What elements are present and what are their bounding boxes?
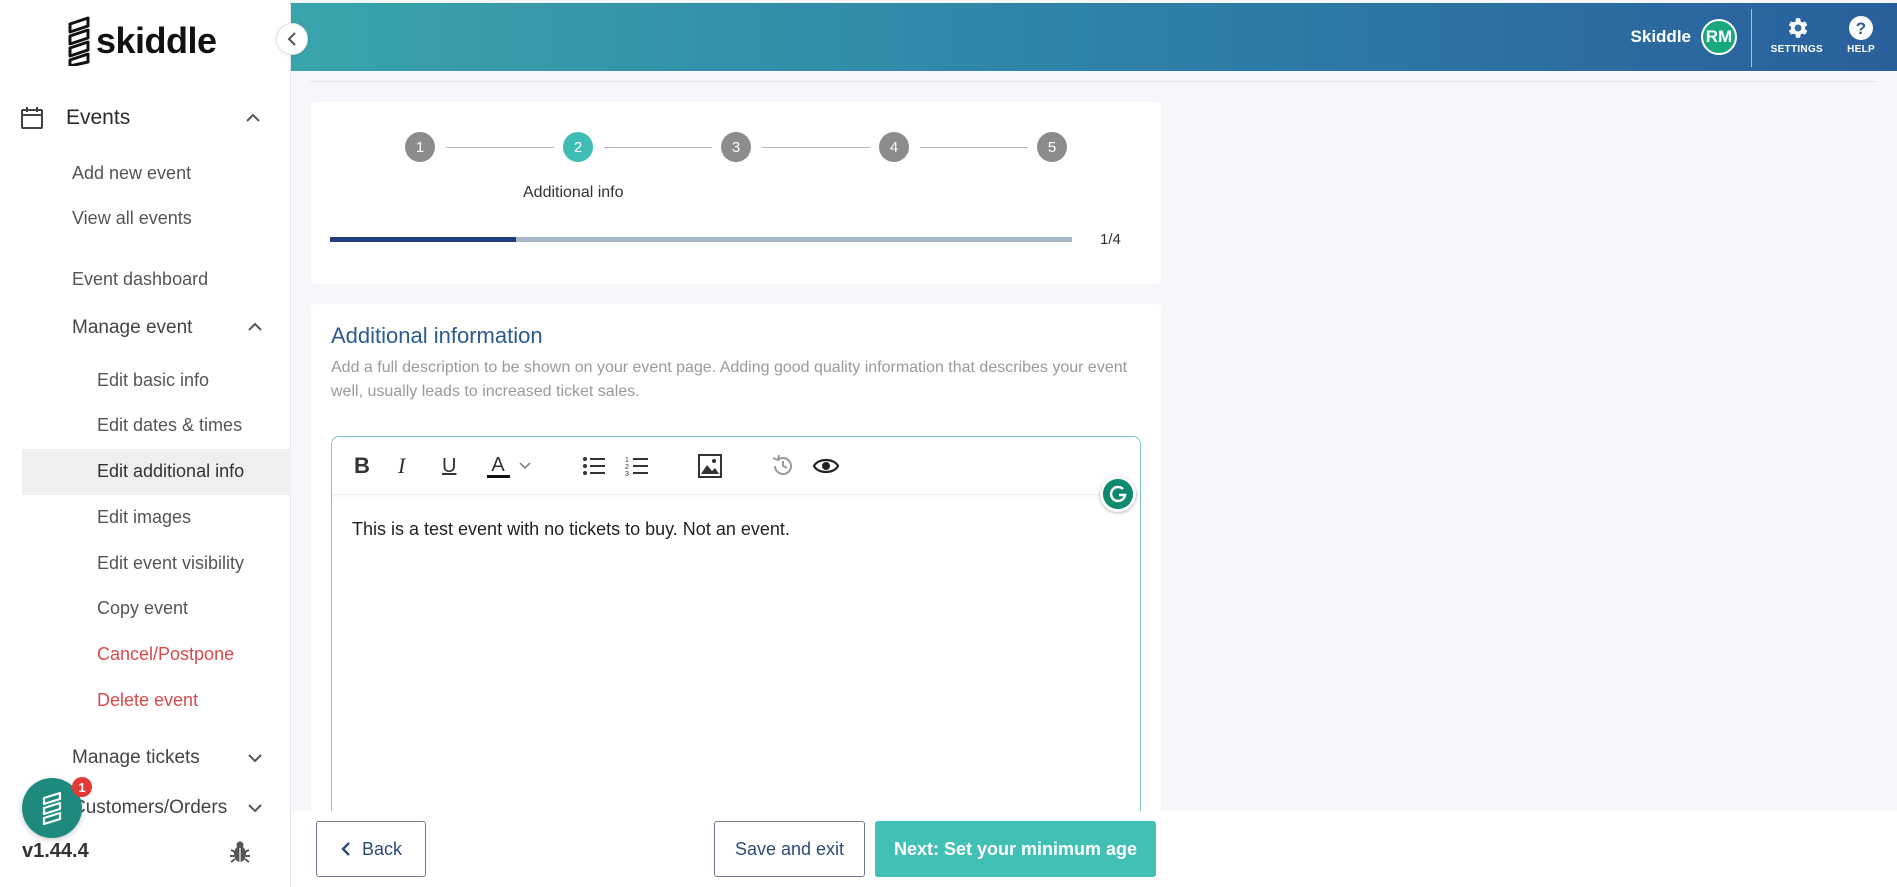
editor-toolbar: B I U A 1 2 3 [332,437,1140,495]
grammarly-g-icon [1109,485,1127,503]
step-connector [762,147,870,148]
chevron-down-icon[interactable] [247,803,263,813]
step-connector [920,147,1028,148]
text-color-icon: A [487,454,531,478]
rich-text-editor[interactable]: B I U A 1 2 3 This is a test event with … [331,436,1141,856]
next-button[interactable]: Next: Set your minimum age [875,821,1156,877]
sidebar-item-add-new-event[interactable]: Add new event [72,163,191,184]
section-description: Add a full description to be shown on yo… [331,359,1128,400]
svg-text:2: 2 [625,464,629,471]
skiddle-s-icon [42,791,62,825]
sidebar-item-view-all-events[interactable]: View all events [72,208,192,229]
bold-button[interactable]: B [354,451,370,481]
top-header: Skiddle RM SETTINGS ? HELP [291,3,1897,71]
progress-stepper-card [311,102,1161,284]
skiddle-logo[interactable]: skiddle [66,16,217,66]
insert-image-button[interactable] [698,451,722,481]
progress-text: 1/4 [1100,231,1121,248]
save-and-exit-button[interactable]: Save and exit [714,821,865,877]
section-title: Additional information [331,323,543,348]
text-color-button[interactable]: A [486,451,534,481]
help-button[interactable]: ? HELP [1847,15,1875,55]
underline-button[interactable]: U [442,451,456,481]
chevron-left-icon [287,32,296,46]
numbered-list-button[interactable]: 1 2 3 [625,451,649,481]
app-version: v1.44.4 [22,840,89,862]
chevron-down-icon[interactable] [247,753,263,763]
step-connector [446,147,554,148]
sidebar-item-manage-event[interactable]: Manage event [72,317,192,339]
grammarly-widget[interactable] [1100,476,1136,512]
bullet-list-button[interactable] [582,451,606,481]
bug-report-icon[interactable] [229,840,251,864]
chevron-left-icon [341,842,350,856]
calendar-icon [21,107,43,129]
progress-fill [330,237,516,242]
history-button[interactable] [770,451,796,481]
sidebar-item-events-label: Events [66,106,131,129]
chevron-up-icon[interactable] [247,322,263,332]
gear-icon [1788,18,1808,38]
help-label: HELP [1847,44,1875,55]
step-5[interactable]: 5 [1037,132,1067,162]
grammarly-inner [1103,479,1133,509]
svg-text:1: 1 [625,457,629,464]
svg-text:A: A [491,454,505,476]
sidebar-item-edit-event-visibility[interactable]: Edit event visibility [97,553,244,574]
sidebar-item-events[interactable]: Events [20,106,130,130]
history-icon [772,454,792,475]
user-menu[interactable]: Skiddle RM [1631,19,1737,55]
step-4[interactable]: 4 [879,132,909,162]
step-connector [604,147,712,148]
sidebar-collapse-button[interactable] [276,23,308,55]
divider [310,81,1876,82]
italic-button[interactable]: I [398,451,405,481]
sidebar-item-delete-event[interactable]: Delete event [97,690,198,711]
image-icon [698,454,722,478]
back-button-label: Back [361,838,403,859]
sidebar-item-edit-images[interactable]: Edit images [97,507,191,528]
sidebar-item-copy-event[interactable]: Copy event [97,598,188,619]
sidebar-item-event-dashboard[interactable]: Event dashboard [72,269,208,290]
sidebar-item-customers-orders[interactable]: Customers/Orders [72,797,227,819]
editor-content[interactable]: This is a test event with no tickets to … [352,519,790,540]
logo-text: skiddle [96,20,217,61]
eye-icon [812,458,840,474]
sidebar-item-edit-dates-times[interactable]: Edit dates & times [97,415,242,436]
step-1[interactable]: 1 [405,132,435,162]
sidebar-item-edit-basic-info[interactable]: Edit basic info [97,370,209,391]
settings-button[interactable]: SETTINGS [1771,15,1823,55]
preview-button[interactable] [812,451,840,481]
active-step-label: Additional info [523,184,624,201]
help-icon: ? [1849,16,1874,40]
numbered-list-icon: 1 2 3 [625,457,648,477]
sidebar-item-cancel-postpone[interactable]: Cancel/Postpone [97,644,234,665]
bullet-list-icon [583,457,605,475]
sidebar-item-edit-additional-info[interactable]: Edit additional info [97,461,244,482]
step-3[interactable]: 3 [721,132,751,162]
avatar[interactable]: RM [1701,19,1737,55]
notification-badge: 1 [72,777,92,797]
settings-label: SETTINGS [1770,44,1823,55]
user-name: Skiddle [1630,27,1691,46]
svg-text:?: ? [1856,19,1866,38]
back-button[interactable]: Back [316,821,426,877]
skiddle-logo-icon [68,16,90,66]
svg-text:3: 3 [625,471,629,477]
step-2-active[interactable]: 2 [563,132,593,162]
header-divider [1751,9,1752,67]
sidebar-item-manage-tickets[interactable]: Manage tickets [72,747,200,769]
chevron-up-icon[interactable] [245,113,261,123]
